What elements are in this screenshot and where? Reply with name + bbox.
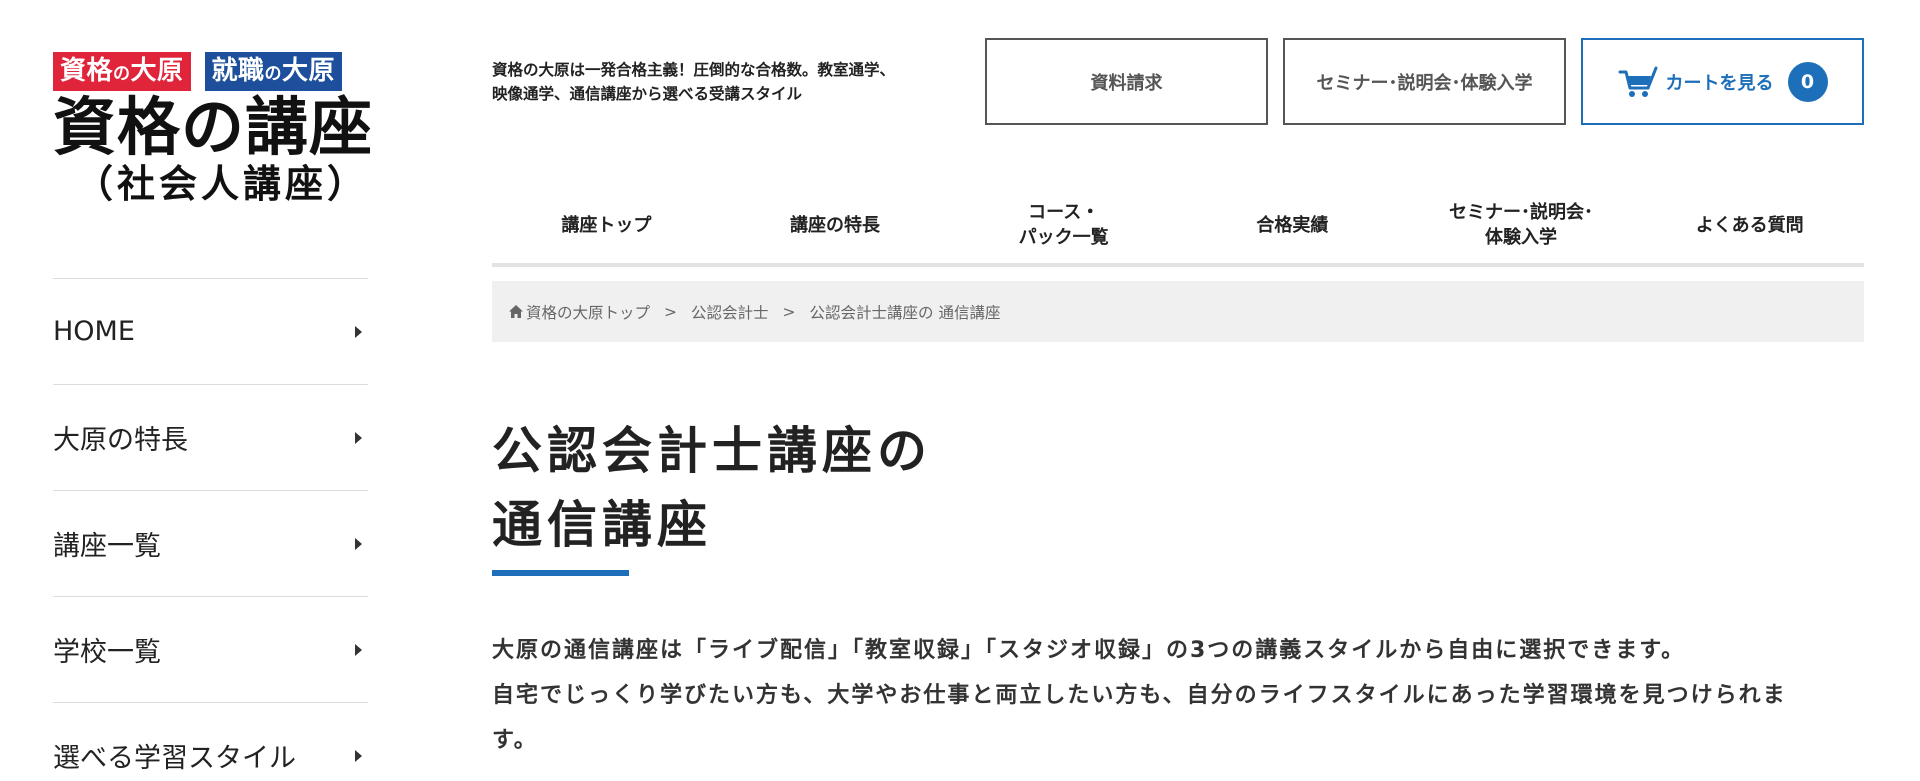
side-nav-item-home[interactable]: HOME [53, 278, 368, 384]
tab-course-top[interactable]: 講座トップ [492, 193, 721, 263]
breadcrumb-cpa-link[interactable]: 公認会計士 [691, 301, 769, 323]
breadcrumb-current: 公認会計士講座の 通信講座 [809, 303, 1001, 322]
seminar-button[interactable]: セミナー･説明会･体験入学 [1283, 38, 1566, 125]
side-nav-label: 選べる学習スタイル [53, 743, 296, 774]
caret-right-icon [355, 749, 362, 762]
breadcrumb-home-link[interactable]: 資格の大原トップ [526, 301, 650, 323]
shikaku-no-ohara-badge: 資格の大原 [53, 52, 191, 91]
breadcrumb-separator: > [782, 302, 796, 321]
side-nav-label: 学校一覧 [53, 637, 161, 668]
side-nav-label: 講座一覧 [53, 531, 161, 562]
tab-seminar[interactable]: セミナー･説明会･ 体験入学 [1407, 193, 1636, 263]
title-underline [492, 570, 629, 576]
site-logo[interactable]: 資格の大原 就職の大原 資格の講座 （社会人講座） [53, 52, 373, 206]
cart-icon [1618, 66, 1657, 97]
breadcrumb: 資格の大原トップ > 公認会計士 > 公認会計士講座の 通信講座 [492, 281, 1864, 342]
page-title: 公認会計士講座の 通信講座 [492, 422, 932, 554]
lead-paragraph: 大原の通信講座は「ライブ配信」「教室収録」「スタジオ収録」の3つの講義スタイルか… [492, 638, 1787, 753]
logo-badges: 資格の大原 就職の大原 [53, 52, 368, 91]
caret-right-icon [355, 537, 362, 550]
caret-right-icon [355, 431, 362, 444]
side-nav: HOME 大原の特長 講座一覧 学校一覧 選べる学習スタイル [53, 278, 368, 781]
side-nav-item-courses[interactable]: 講座一覧 [53, 490, 368, 596]
home-icon [509, 305, 523, 318]
global-nav: 講座トップ 講座の特長 コース・ パック一覧 合格実績 セミナー･説明会･ 体験入学… [492, 193, 1864, 267]
tab-pass-results[interactable]: 合格実績 [1178, 193, 1407, 263]
request-materials-button[interactable]: 資料請求 [985, 38, 1268, 125]
header-tagline: 資格の大原は一発合格主義！圧倒的な合格数。教室通学、 映像通学、通信講座から選べ… [492, 61, 896, 103]
logo-subtitle: （社会人講座） [75, 162, 370, 206]
side-nav-item-schools[interactable]: 学校一覧 [53, 596, 368, 702]
cart-label: カートを見る [1665, 72, 1774, 94]
tab-course-features[interactable]: 講座の特長 [721, 193, 950, 263]
tab-course-pack-list[interactable]: コース・ パック一覧 [949, 193, 1178, 263]
side-nav-label: 大原の特長 [53, 425, 188, 456]
logo-title: 資格の講座 [53, 91, 373, 164]
cart-count-badge: 0 [1787, 61, 1828, 102]
view-cart-button[interactable]: カートを見る 0 [1581, 38, 1864, 125]
side-nav-item-features[interactable]: 大原の特長 [53, 384, 368, 490]
caret-right-icon [355, 643, 362, 656]
shushoku-no-ohara-badge: 就職の大原 [204, 52, 343, 91]
tab-faq[interactable]: よくある質問 [1635, 193, 1864, 263]
caret-right-icon [355, 325, 362, 338]
side-nav-item-learning-styles[interactable]: 選べる学習スタイル [53, 702, 368, 781]
side-nav-label: HOME [53, 316, 135, 347]
breadcrumb-separator: > [664, 302, 678, 321]
